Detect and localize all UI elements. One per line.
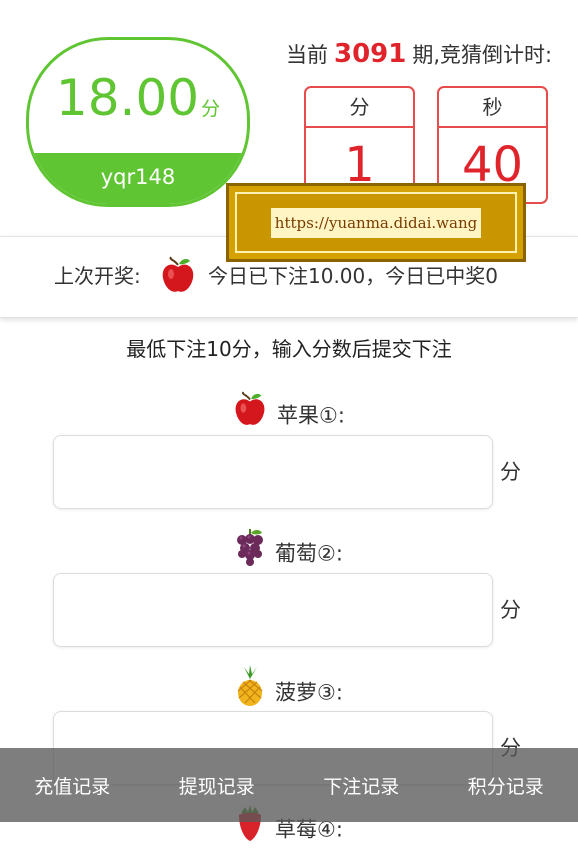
bet-input-apple[interactable] — [53, 435, 493, 509]
period-line: 当前3091期,竞猜倒计时: — [286, 37, 552, 72]
bet-unit: 分 — [500, 595, 521, 625]
score-value: 18.00 — [56, 69, 199, 127]
bottom-nav: 充值记录 提现记录 下注记录 积分记录 — [0, 748, 578, 822]
last-draw-label: 上次开奖: — [54, 261, 141, 291]
bet-input-grape[interactable] — [53, 573, 493, 647]
bet-label-text: 苹果①: — [277, 404, 345, 428]
watermark-text: https://yuanma.didai.wang — [271, 208, 481, 238]
watermark-banner: https://yuanma.didai.wang — [226, 183, 526, 262]
nav-withdraw-records[interactable]: 提现记录 — [145, 748, 290, 822]
period-number: 3091 — [334, 39, 406, 69]
bet-hint: 最低下注10分，输入分数后提交下注 — [0, 334, 578, 364]
period-suffix: 期,竞猜倒计时: — [412, 43, 552, 67]
watermark-frame: https://yuanma.didai.wang — [235, 192, 517, 253]
countdown-minutes-label: 分 — [306, 88, 413, 128]
bet-label-text: 菠萝③: — [275, 681, 343, 705]
score-card: 18.00分 yqr148 — [26, 37, 250, 207]
nav-recharge-records[interactable]: 充值记录 — [0, 748, 145, 822]
period-prefix: 当前 — [286, 43, 328, 67]
nav-points-records[interactable]: 积分记录 — [434, 748, 578, 822]
username: yqr148 — [29, 153, 247, 204]
bet-label-text: 葡萄②: — [275, 542, 343, 566]
score-display: 18.00分 — [29, 68, 247, 139]
nav-bet-records[interactable]: 下注记录 — [289, 748, 434, 822]
apple-icon — [160, 255, 196, 299]
countdown-seconds-label: 秒 — [439, 88, 546, 128]
bet-unit: 分 — [500, 457, 521, 487]
score-unit: 分 — [201, 98, 220, 120]
last-draw-summary: 今日已下注10.00，今日已中奖0 — [208, 261, 498, 291]
